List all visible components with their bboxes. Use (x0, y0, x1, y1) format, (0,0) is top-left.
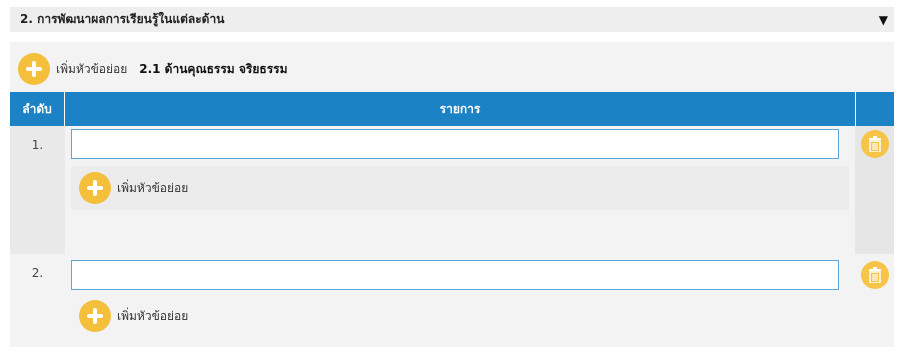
row-order: 1. (31, 138, 44, 152)
table-row: 2. เพิ่มหัวข้อย่อย (10, 254, 894, 347)
row-main-cell: เพิ่มหัวข้อย่อย (65, 126, 855, 254)
row-actions (855, 126, 894, 254)
items-table: ลำดับ รายการ 1. เพิ่มหัวข้อย่อย 2. เพิ่ม… (10, 92, 894, 347)
section-header[interactable]: 2. การพัฒนาผลการเรียนรู้ในแต่ละด้าน ▼ (10, 7, 894, 32)
add-subtopic-label[interactable]: เพิ่มหัวข้อย่อย (56, 60, 127, 79)
row-main-cell: เพิ่มหัวข้อย่อย (65, 254, 855, 347)
add-subtopic-row[interactable]: เพิ่มหัวข้อย่อย (71, 298, 188, 334)
column-header-order: ลำดับ (10, 92, 65, 126)
table-header: ลำดับ รายการ (10, 92, 894, 126)
plus-circle-icon[interactable] (79, 172, 111, 204)
item-input[interactable] (71, 260, 839, 290)
add-subtopic-row[interactable]: เพิ่มหัวข้อย่อย (71, 166, 849, 210)
row-actions (855, 254, 894, 347)
column-header-items: รายการ (65, 92, 856, 126)
add-subtopic-label[interactable]: เพิ่มหัวข้อย่อย (117, 179, 188, 198)
trash-icon[interactable] (861, 261, 889, 289)
trash-icon[interactable] (861, 130, 889, 158)
item-input[interactable] (71, 129, 839, 159)
subsection-title: 2.1 ด้านคุณธรรม จริยธรรม (139, 61, 288, 76)
plus-circle-icon[interactable] (79, 300, 111, 332)
plus-circle-icon[interactable] (18, 53, 50, 85)
trash-glyph (869, 267, 881, 283)
column-header-actions (856, 92, 894, 126)
table-row: 1. เพิ่มหัวข้อย่อย (10, 126, 894, 254)
trash-glyph (869, 136, 881, 152)
section-title: 2. การพัฒนาผลการเรียนรู้ในแต่ละด้าน (20, 12, 225, 26)
add-subtopic-top: เพิ่มหัวข้อย่อย 2.1 ด้านคุณธรรม จริยธรรม (18, 52, 288, 86)
subsection-panel: เพิ่มหัวข้อย่อย 2.1 ด้านคุณธรรม จริยธรรม… (10, 42, 894, 347)
caret-down-icon[interactable]: ▼ (879, 13, 888, 27)
row-order: 2. (31, 266, 44, 280)
add-subtopic-label[interactable]: เพิ่มหัวข้อย่อย (117, 307, 188, 326)
